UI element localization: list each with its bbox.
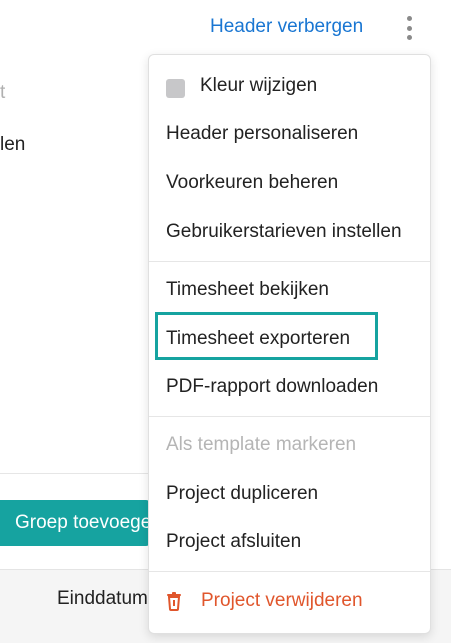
menu-item-delete-project[interactable]: Project verwijderen [201,590,363,612]
menu-divider [149,571,430,572]
vertical-ellipsis-icon[interactable] [401,14,417,42]
dot [406,35,412,40]
hide-header-link[interactable]: Header verbergen [210,16,363,38]
trash-icon [167,592,181,611]
project-options-menu: Kleur wijzigen Header personaliseren Voo… [148,54,431,634]
menu-item-duplicate-project[interactable]: Project dupliceren [166,483,318,505]
menu-item-close-project[interactable]: Project afsluiten [166,531,301,553]
dot [406,16,412,21]
dot [406,25,412,31]
add-group-button[interactable]: Groep toevoegen [0,500,150,546]
menu-item-set-user-rates[interactable]: Gebruikerstarieven instellen [166,221,402,243]
menu-divider [149,416,430,417]
color-swatch-icon [166,79,185,98]
column-header-einddatum[interactable]: Einddatum [57,588,148,610]
background-text-fragment: len [0,134,26,155]
menu-item-personalize-header[interactable]: Header personaliseren [166,123,358,145]
menu-item-view-timesheet[interactable]: Timesheet bekijken [166,279,329,301]
menu-divider [149,261,430,262]
background-text-fragment: t [0,82,6,103]
menu-item-download-pdf[interactable]: PDF-rapport downloaden [166,376,378,398]
divider [0,473,150,474]
menu-item-change-color[interactable]: Kleur wijzigen [200,75,317,97]
menu-item-mark-template: Als template markeren [166,434,357,455]
menu-item-export-timesheet[interactable]: Timesheet exporteren [166,328,350,350]
menu-item-manage-preferences[interactable]: Voorkeuren beheren [166,172,338,194]
